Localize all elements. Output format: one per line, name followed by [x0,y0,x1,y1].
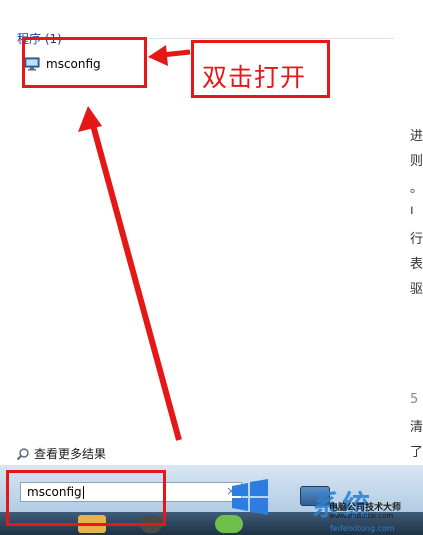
windows-logo-icon [232,479,268,515]
watermark-url: www.dndadai.com [329,512,394,520]
watermark-url-2: feifeixitong.com [330,524,395,533]
annotation-arrows [78,45,191,441]
arrow-from-search [78,106,182,441]
arrow-to-result [148,45,191,66]
